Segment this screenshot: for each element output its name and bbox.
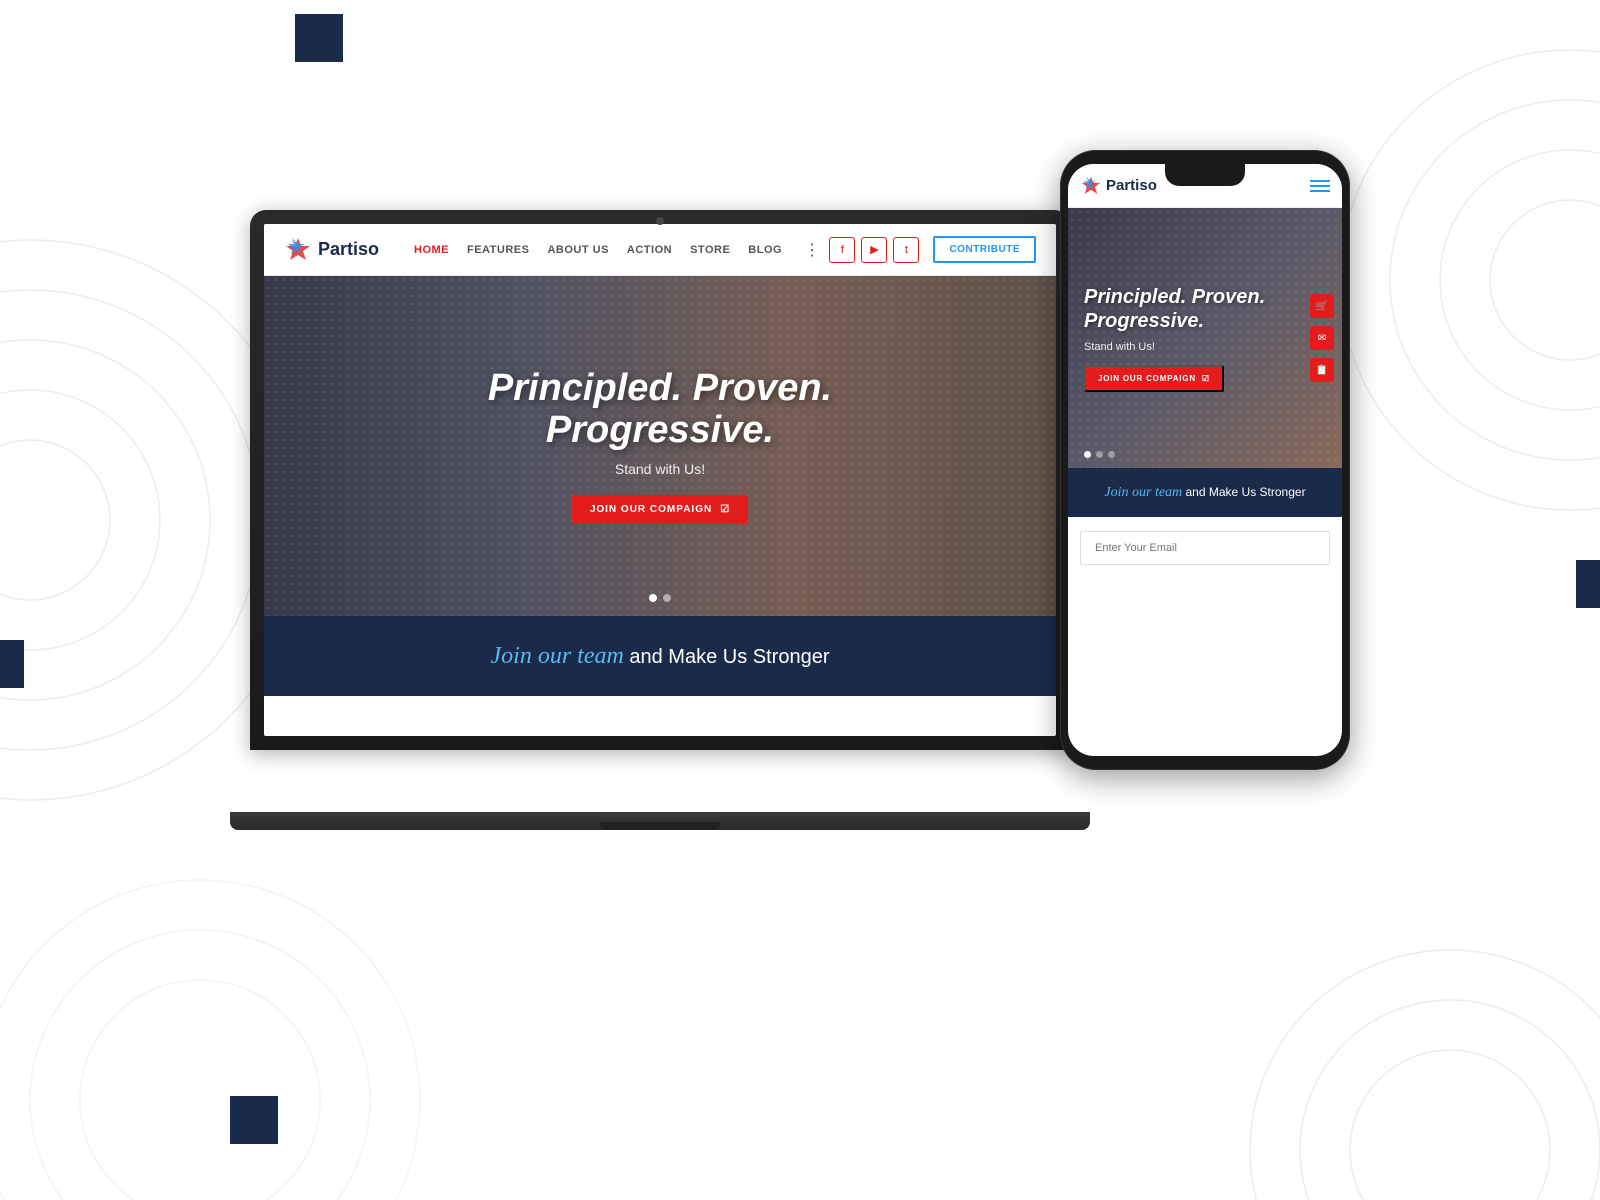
- laptop-logo-text: Partiso: [318, 239, 379, 260]
- phone-bezel: Partiso Principled. Prove: [1060, 150, 1350, 770]
- nav-store[interactable]: STORE: [690, 244, 730, 256]
- phone-dot-1[interactable]: [1084, 451, 1091, 458]
- phone-logo-star-icon: [1080, 175, 1102, 197]
- phone-side-icon-3[interactable]: 📋: [1310, 358, 1334, 382]
- nav-home[interactable]: HOME: [414, 244, 449, 256]
- hero-cta-label: JOIN OUR COMPAIGN: [590, 504, 712, 515]
- hero-subtitle: Stand with Us!: [488, 461, 832, 477]
- youtube-icon-btn[interactable]: ▶: [861, 237, 887, 263]
- laptop-hero: Principled. Proven. Progressive. Stand w…: [264, 276, 1056, 616]
- phone-hero-title-line1: Principled. Proven.: [1084, 286, 1265, 308]
- hero-dot-2[interactable]: [663, 594, 671, 602]
- laptop-social-icons: f ▶ t CONTRIBUTE: [829, 236, 1036, 263]
- laptop-join-banner: Join our team and Make Us Stronger: [264, 616, 1056, 696]
- nav-blog[interactable]: BLOG: [748, 244, 782, 256]
- facebook-icon-btn[interactable]: f: [829, 237, 855, 263]
- phone-email-input[interactable]: [1080, 531, 1330, 565]
- phone-side-icon-1[interactable]: 🛒: [1310, 294, 1334, 318]
- laptop-navbar: Partiso HOME FEATURES ABOUT US ACTION ST…: [264, 224, 1056, 276]
- phone-join-cursive: Join our team: [1104, 485, 1182, 500]
- hero-dot-1[interactable]: [649, 594, 657, 602]
- phone-hero-content: Principled. Proven. Progressive. Stand w…: [1084, 285, 1326, 392]
- phone-hero-cta-button[interactable]: JOIN OUR COMPAIGN ☑: [1084, 365, 1224, 392]
- hero-title-line2: Progressive.: [546, 409, 774, 451]
- phone-screen: Partiso Principled. Prove: [1068, 164, 1342, 756]
- nav-more-icon[interactable]: ⋮: [804, 240, 820, 260]
- phone-hero-title-line2: Progressive.: [1084, 310, 1204, 332]
- checkbox-icon: ☑: [720, 504, 730, 515]
- phone-side-icons: 🛒 ✉ 📋: [1310, 294, 1334, 382]
- join-regular-text: and Make Us Stronger: [624, 646, 830, 668]
- phone-email-section: [1068, 517, 1342, 579]
- phone-checkbox-icon: ☑: [1202, 374, 1210, 383]
- hero-slider-dots: [649, 594, 671, 602]
- phone-notch: [1165, 164, 1245, 186]
- laptop-base: [230, 812, 1090, 830]
- devices-wrapper: Partiso HOME FEATURES ABOUT US ACTION ST…: [250, 150, 1350, 1050]
- hamburger-line-1: [1310, 180, 1330, 182]
- join-cursive-text: Join our team: [491, 643, 624, 669]
- hamburger-menu-button[interactable]: [1310, 180, 1330, 192]
- hero-title: Principled. Proven. Progressive.: [488, 368, 832, 452]
- laptop-camera: [656, 217, 664, 225]
- main-container: Partiso HOME FEATURES ABOUT US ACTION ST…: [0, 0, 1600, 1200]
- phone-hero: Principled. Proven. Progressive. Stand w…: [1068, 208, 1342, 468]
- phone-join-banner: Join our team and Make Us Stronger: [1068, 468, 1342, 517]
- phone-side-icon-2[interactable]: ✉: [1310, 326, 1334, 350]
- phone-join-regular: and Make Us Stronger: [1182, 485, 1305, 499]
- laptop-nav: HOME FEATURES ABOUT US ACTION STORE BLOG…: [414, 240, 829, 260]
- logo-star-icon: [284, 236, 312, 264]
- hero-content: Principled. Proven. Progressive. Stand w…: [488, 368, 832, 525]
- laptop-screen-bezel: Partiso HOME FEATURES ABOUT US ACTION ST…: [250, 210, 1070, 750]
- twitter-icon-btn[interactable]: t: [893, 237, 919, 263]
- nav-features[interactable]: FEATURES: [467, 244, 529, 256]
- laptop-logo: Partiso: [284, 236, 384, 264]
- phone-dot-2[interactable]: [1096, 451, 1103, 458]
- hero-cta-button[interactable]: JOIN OUR COMPAIGN ☑: [572, 495, 748, 524]
- phone-join-text: Join our team and Make Us Stronger: [1082, 482, 1328, 503]
- phone-device: Partiso Principled. Prove: [1060, 150, 1350, 770]
- contribute-button[interactable]: CONTRIBUTE: [933, 236, 1036, 263]
- phone-hero-title: Principled. Proven. Progressive.: [1084, 285, 1326, 333]
- hamburger-line-2: [1310, 185, 1330, 187]
- phone-hero-subtitle: Stand with Us!: [1084, 341, 1326, 353]
- hero-title-line1: Principled. Proven.: [488, 367, 832, 409]
- laptop-device: Partiso HOME FEATURES ABOUT US ACTION ST…: [250, 210, 1070, 830]
- phone-logo-text: Partiso: [1106, 177, 1157, 194]
- hamburger-line-3: [1310, 190, 1330, 192]
- nav-action[interactable]: ACTION: [627, 244, 672, 256]
- phone-dot-3[interactable]: [1108, 451, 1115, 458]
- phone-logo: Partiso: [1080, 175, 1157, 197]
- join-text: Join our team and Make Us Stronger: [491, 643, 830, 670]
- phone-cta-label: JOIN OUR COMPAIGN: [1098, 374, 1196, 383]
- nav-about[interactable]: ABOUT US: [547, 244, 608, 256]
- phone-slider-dots: [1084, 451, 1115, 458]
- laptop-screen: Partiso HOME FEATURES ABOUT US ACTION ST…: [264, 224, 1056, 736]
